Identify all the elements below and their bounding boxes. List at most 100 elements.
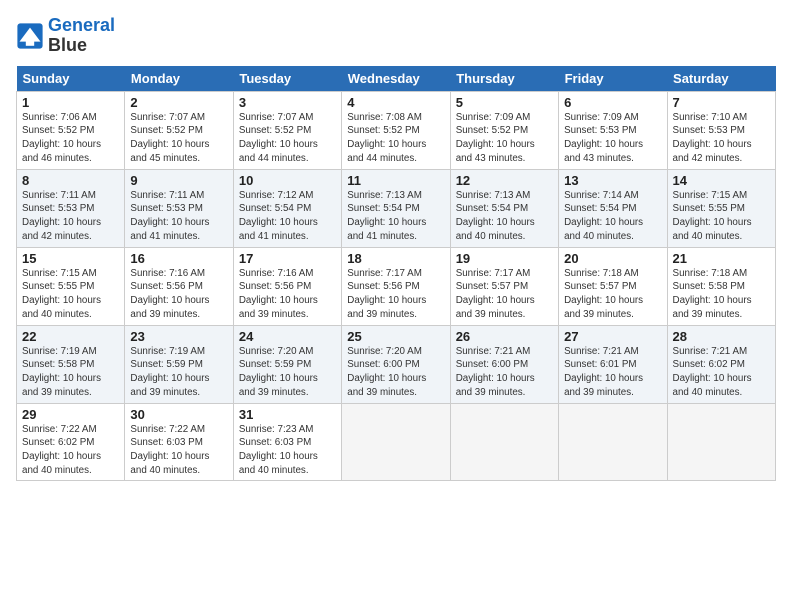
calendar-cell bbox=[559, 403, 667, 481]
calendar-cell: 7 Sunrise: 7:10 AM Sunset: 5:53 PM Dayli… bbox=[667, 91, 775, 169]
day-info: Sunrise: 7:19 AM Sunset: 5:58 PM Dayligh… bbox=[22, 345, 119, 400]
day-info: Sunrise: 7:20 AM Sunset: 5:59 PM Dayligh… bbox=[239, 345, 336, 400]
weekday-sunday: Sunday bbox=[17, 66, 125, 92]
day-info: Sunrise: 7:07 AM Sunset: 5:52 PM Dayligh… bbox=[130, 111, 227, 166]
calendar-cell: 1 Sunrise: 7:06 AM Sunset: 5:52 PM Dayli… bbox=[17, 91, 125, 169]
day-number: 19 bbox=[456, 251, 553, 266]
calendar-cell: 24 Sunrise: 7:20 AM Sunset: 5:59 PM Dayl… bbox=[233, 325, 341, 403]
day-info: Sunrise: 7:07 AM Sunset: 5:52 PM Dayligh… bbox=[239, 111, 336, 166]
calendar-cell: 13 Sunrise: 7:14 AM Sunset: 5:54 PM Dayl… bbox=[559, 169, 667, 247]
day-info: Sunrise: 7:10 AM Sunset: 5:53 PM Dayligh… bbox=[673, 111, 770, 166]
calendar-cell: 6 Sunrise: 7:09 AM Sunset: 5:53 PM Dayli… bbox=[559, 91, 667, 169]
calendar-cell: 25 Sunrise: 7:20 AM Sunset: 6:00 PM Dayl… bbox=[342, 325, 450, 403]
day-number: 3 bbox=[239, 95, 336, 110]
calendar-cell: 20 Sunrise: 7:18 AM Sunset: 5:57 PM Dayl… bbox=[559, 247, 667, 325]
day-info: Sunrise: 7:13 AM Sunset: 5:54 PM Dayligh… bbox=[456, 189, 553, 244]
day-number: 14 bbox=[673, 173, 770, 188]
calendar-cell: 10 Sunrise: 7:12 AM Sunset: 5:54 PM Dayl… bbox=[233, 169, 341, 247]
day-number: 22 bbox=[22, 329, 119, 344]
weekday-thursday: Thursday bbox=[450, 66, 558, 92]
calendar-cell bbox=[342, 403, 450, 481]
day-number: 1 bbox=[22, 95, 119, 110]
page-header: GeneralBlue bbox=[16, 16, 776, 56]
day-info: Sunrise: 7:12 AM Sunset: 5:54 PM Dayligh… bbox=[239, 189, 336, 244]
day-info: Sunrise: 7:06 AM Sunset: 5:52 PM Dayligh… bbox=[22, 111, 119, 166]
day-number: 21 bbox=[673, 251, 770, 266]
day-info: Sunrise: 7:16 AM Sunset: 5:56 PM Dayligh… bbox=[239, 267, 336, 322]
calendar-cell: 16 Sunrise: 7:16 AM Sunset: 5:56 PM Dayl… bbox=[125, 247, 233, 325]
calendar-cell: 31 Sunrise: 7:23 AM Sunset: 6:03 PM Dayl… bbox=[233, 403, 341, 481]
calendar-cell: 23 Sunrise: 7:19 AM Sunset: 5:59 PM Dayl… bbox=[125, 325, 233, 403]
day-info: Sunrise: 7:18 AM Sunset: 5:57 PM Dayligh… bbox=[564, 267, 661, 322]
weekday-friday: Friday bbox=[559, 66, 667, 92]
calendar-cell: 11 Sunrise: 7:13 AM Sunset: 5:54 PM Dayl… bbox=[342, 169, 450, 247]
calendar-cell: 14 Sunrise: 7:15 AM Sunset: 5:55 PM Dayl… bbox=[667, 169, 775, 247]
day-info: Sunrise: 7:18 AM Sunset: 5:58 PM Dayligh… bbox=[673, 267, 770, 322]
day-info: Sunrise: 7:09 AM Sunset: 5:53 PM Dayligh… bbox=[564, 111, 661, 166]
day-number: 24 bbox=[239, 329, 336, 344]
calendar-cell: 12 Sunrise: 7:13 AM Sunset: 5:54 PM Dayl… bbox=[450, 169, 558, 247]
day-number: 31 bbox=[239, 407, 336, 422]
day-info: Sunrise: 7:17 AM Sunset: 5:57 PM Dayligh… bbox=[456, 267, 553, 322]
day-number: 9 bbox=[130, 173, 227, 188]
day-info: Sunrise: 7:13 AM Sunset: 5:54 PM Dayligh… bbox=[347, 189, 444, 244]
calendar-cell: 28 Sunrise: 7:21 AM Sunset: 6:02 PM Dayl… bbox=[667, 325, 775, 403]
day-info: Sunrise: 7:22 AM Sunset: 6:02 PM Dayligh… bbox=[22, 423, 119, 478]
day-info: Sunrise: 7:22 AM Sunset: 6:03 PM Dayligh… bbox=[130, 423, 227, 478]
day-info: Sunrise: 7:21 AM Sunset: 6:02 PM Dayligh… bbox=[673, 345, 770, 400]
day-info: Sunrise: 7:11 AM Sunset: 5:53 PM Dayligh… bbox=[22, 189, 119, 244]
day-number: 26 bbox=[456, 329, 553, 344]
calendar-cell: 17 Sunrise: 7:16 AM Sunset: 5:56 PM Dayl… bbox=[233, 247, 341, 325]
calendar-cell: 2 Sunrise: 7:07 AM Sunset: 5:52 PM Dayli… bbox=[125, 91, 233, 169]
day-number: 2 bbox=[130, 95, 227, 110]
day-info: Sunrise: 7:21 AM Sunset: 6:01 PM Dayligh… bbox=[564, 345, 661, 400]
day-number: 30 bbox=[130, 407, 227, 422]
day-number: 10 bbox=[239, 173, 336, 188]
day-number: 20 bbox=[564, 251, 661, 266]
day-number: 8 bbox=[22, 173, 119, 188]
day-number: 18 bbox=[347, 251, 444, 266]
day-info: Sunrise: 7:16 AM Sunset: 5:56 PM Dayligh… bbox=[130, 267, 227, 322]
calendar-cell: 8 Sunrise: 7:11 AM Sunset: 5:53 PM Dayli… bbox=[17, 169, 125, 247]
day-info: Sunrise: 7:09 AM Sunset: 5:52 PM Dayligh… bbox=[456, 111, 553, 166]
calendar-cell bbox=[450, 403, 558, 481]
calendar-cell: 29 Sunrise: 7:22 AM Sunset: 6:02 PM Dayl… bbox=[17, 403, 125, 481]
day-number: 16 bbox=[130, 251, 227, 266]
day-info: Sunrise: 7:17 AM Sunset: 5:56 PM Dayligh… bbox=[347, 267, 444, 322]
calendar-cell: 18 Sunrise: 7:17 AM Sunset: 5:56 PM Dayl… bbox=[342, 247, 450, 325]
day-info: Sunrise: 7:20 AM Sunset: 6:00 PM Dayligh… bbox=[347, 345, 444, 400]
day-number: 11 bbox=[347, 173, 444, 188]
calendar-cell: 9 Sunrise: 7:11 AM Sunset: 5:53 PM Dayli… bbox=[125, 169, 233, 247]
day-info: Sunrise: 7:14 AM Sunset: 5:54 PM Dayligh… bbox=[564, 189, 661, 244]
weekday-wednesday: Wednesday bbox=[342, 66, 450, 92]
day-number: 13 bbox=[564, 173, 661, 188]
day-number: 17 bbox=[239, 251, 336, 266]
weekday-header-row: SundayMondayTuesdayWednesdayThursdayFrid… bbox=[17, 66, 776, 92]
day-number: 6 bbox=[564, 95, 661, 110]
calendar-cell: 21 Sunrise: 7:18 AM Sunset: 5:58 PM Dayl… bbox=[667, 247, 775, 325]
day-number: 5 bbox=[456, 95, 553, 110]
day-info: Sunrise: 7:23 AM Sunset: 6:03 PM Dayligh… bbox=[239, 423, 336, 478]
calendar-cell: 3 Sunrise: 7:07 AM Sunset: 5:52 PM Dayli… bbox=[233, 91, 341, 169]
calendar-cell: 22 Sunrise: 7:19 AM Sunset: 5:58 PM Dayl… bbox=[17, 325, 125, 403]
calendar-cell: 5 Sunrise: 7:09 AM Sunset: 5:52 PM Dayli… bbox=[450, 91, 558, 169]
day-number: 12 bbox=[456, 173, 553, 188]
day-info: Sunrise: 7:15 AM Sunset: 5:55 PM Dayligh… bbox=[22, 267, 119, 322]
day-info: Sunrise: 7:11 AM Sunset: 5:53 PM Dayligh… bbox=[130, 189, 227, 244]
day-number: 7 bbox=[673, 95, 770, 110]
day-info: Sunrise: 7:08 AM Sunset: 5:52 PM Dayligh… bbox=[347, 111, 444, 166]
day-number: 15 bbox=[22, 251, 119, 266]
calendar-table: SundayMondayTuesdayWednesdayThursdayFrid… bbox=[16, 66, 776, 482]
calendar-cell: 15 Sunrise: 7:15 AM Sunset: 5:55 PM Dayl… bbox=[17, 247, 125, 325]
day-number: 28 bbox=[673, 329, 770, 344]
day-number: 25 bbox=[347, 329, 444, 344]
calendar-cell: 30 Sunrise: 7:22 AM Sunset: 6:03 PM Dayl… bbox=[125, 403, 233, 481]
logo: GeneralBlue bbox=[16, 16, 115, 56]
calendar-cell: 27 Sunrise: 7:21 AM Sunset: 6:01 PM Dayl… bbox=[559, 325, 667, 403]
day-number: 4 bbox=[347, 95, 444, 110]
day-number: 29 bbox=[22, 407, 119, 422]
day-info: Sunrise: 7:15 AM Sunset: 5:55 PM Dayligh… bbox=[673, 189, 770, 244]
day-number: 27 bbox=[564, 329, 661, 344]
logo-icon bbox=[16, 22, 44, 50]
day-info: Sunrise: 7:21 AM Sunset: 6:00 PM Dayligh… bbox=[456, 345, 553, 400]
